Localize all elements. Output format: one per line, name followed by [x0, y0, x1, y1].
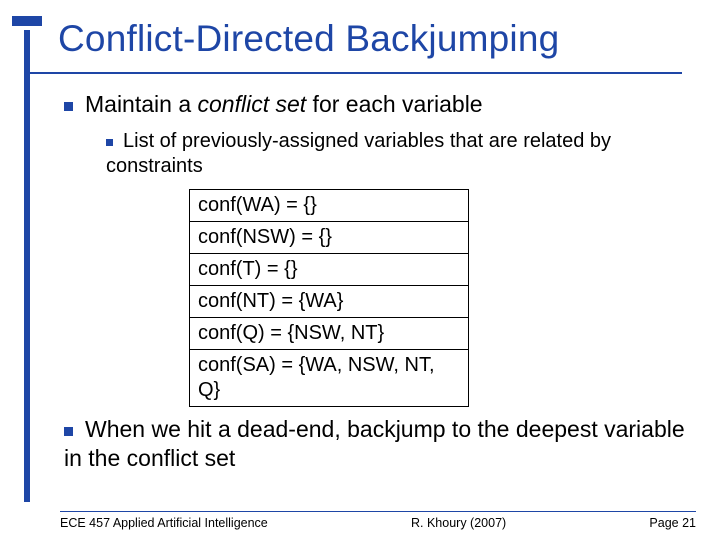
bullet-text-italic: conflict set: [198, 91, 307, 117]
bullet-backjump: When we hit a dead-end, backjump to the …: [64, 415, 692, 473]
conf-row: conf(Q) = {NSW, NT}: [190, 317, 469, 349]
footer-course: ECE 457 Applied Artificial Intelligence: [60, 516, 268, 530]
title-underline: [30, 72, 682, 74]
bullet-maintain: Maintain a conflict set for each variabl…: [64, 90, 692, 119]
bullet-text-suffix: for each variable: [306, 91, 482, 117]
bullet-text-prefix: Maintain a: [85, 91, 198, 117]
conf-row: conf(WA) = {}: [190, 189, 469, 221]
footer-page: Page 21: [649, 516, 696, 530]
slide-content: Maintain a conflict set for each variabl…: [64, 90, 692, 482]
bullet-icon: [64, 427, 73, 436]
slide-accent-bar: [24, 30, 30, 502]
bullet-icon: [64, 102, 73, 111]
slide-title: Conflict-Directed Backjumping: [58, 18, 559, 60]
conf-row: conf(NSW) = {}: [190, 221, 469, 253]
bullet-icon: [106, 139, 113, 146]
footer-underline: [60, 511, 696, 512]
subbullet-list: List of previously-assigned variables th…: [106, 129, 692, 179]
conf-row: conf(T) = {}: [190, 253, 469, 285]
subbullet-text: List of previously-assigned variables th…: [106, 130, 611, 177]
conf-row: conf(NT) = {WA}: [190, 285, 469, 317]
conflict-set-table: conf(WA) = {} conf(NSW) = {} conf(T) = {…: [189, 189, 469, 407]
slide-footer: ECE 457 Applied Artificial Intelligence …: [60, 511, 696, 530]
conf-row: conf(SA) = {WA, NSW, NT, Q}: [190, 349, 469, 406]
footer-author: R. Khoury (2007): [411, 516, 506, 530]
bullet-text: When we hit a dead-end, backjump to the …: [64, 416, 685, 471]
